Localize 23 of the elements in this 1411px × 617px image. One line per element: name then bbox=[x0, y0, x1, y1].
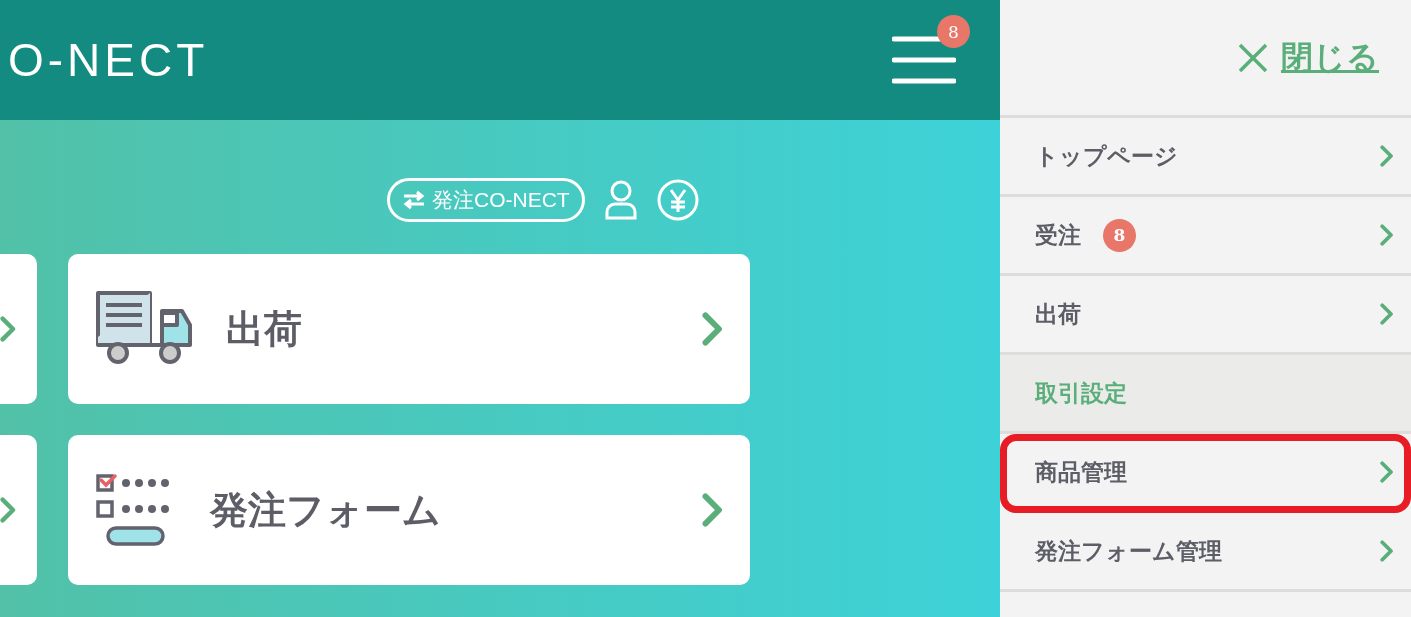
chevron-right-icon bbox=[1379, 540, 1393, 562]
swap-arrows-icon bbox=[402, 190, 426, 210]
menu-card[interactable]: 出荷 bbox=[68, 254, 750, 404]
chevron-right-icon bbox=[701, 312, 722, 346]
chevron-right-icon bbox=[1379, 303, 1393, 325]
card[interactable] bbox=[0, 254, 37, 404]
chevron-right-icon bbox=[0, 316, 16, 342]
truck-icon bbox=[96, 291, 192, 367]
chevron-right-icon bbox=[1379, 224, 1393, 246]
chevron-right-icon bbox=[0, 497, 16, 523]
count-badge: 8 bbox=[1103, 218, 1136, 252]
chevron-right-icon bbox=[1379, 461, 1393, 483]
menu-section-header: 取引設定 bbox=[1000, 355, 1411, 434]
menu-item[interactable]: 商品管理 bbox=[1000, 434, 1411, 513]
card[interactable] bbox=[0, 435, 37, 585]
close-icon bbox=[1237, 41, 1269, 74]
logo: O-NECT bbox=[8, 33, 209, 87]
yen-icon[interactable] bbox=[656, 179, 699, 221]
user-icon[interactable] bbox=[604, 180, 637, 220]
chevron-right-icon bbox=[701, 493, 722, 527]
menu-card[interactable]: 発注フォーム bbox=[68, 435, 750, 585]
notification-badge: 8 bbox=[937, 15, 970, 48]
chevron-right-icon bbox=[1379, 145, 1393, 167]
